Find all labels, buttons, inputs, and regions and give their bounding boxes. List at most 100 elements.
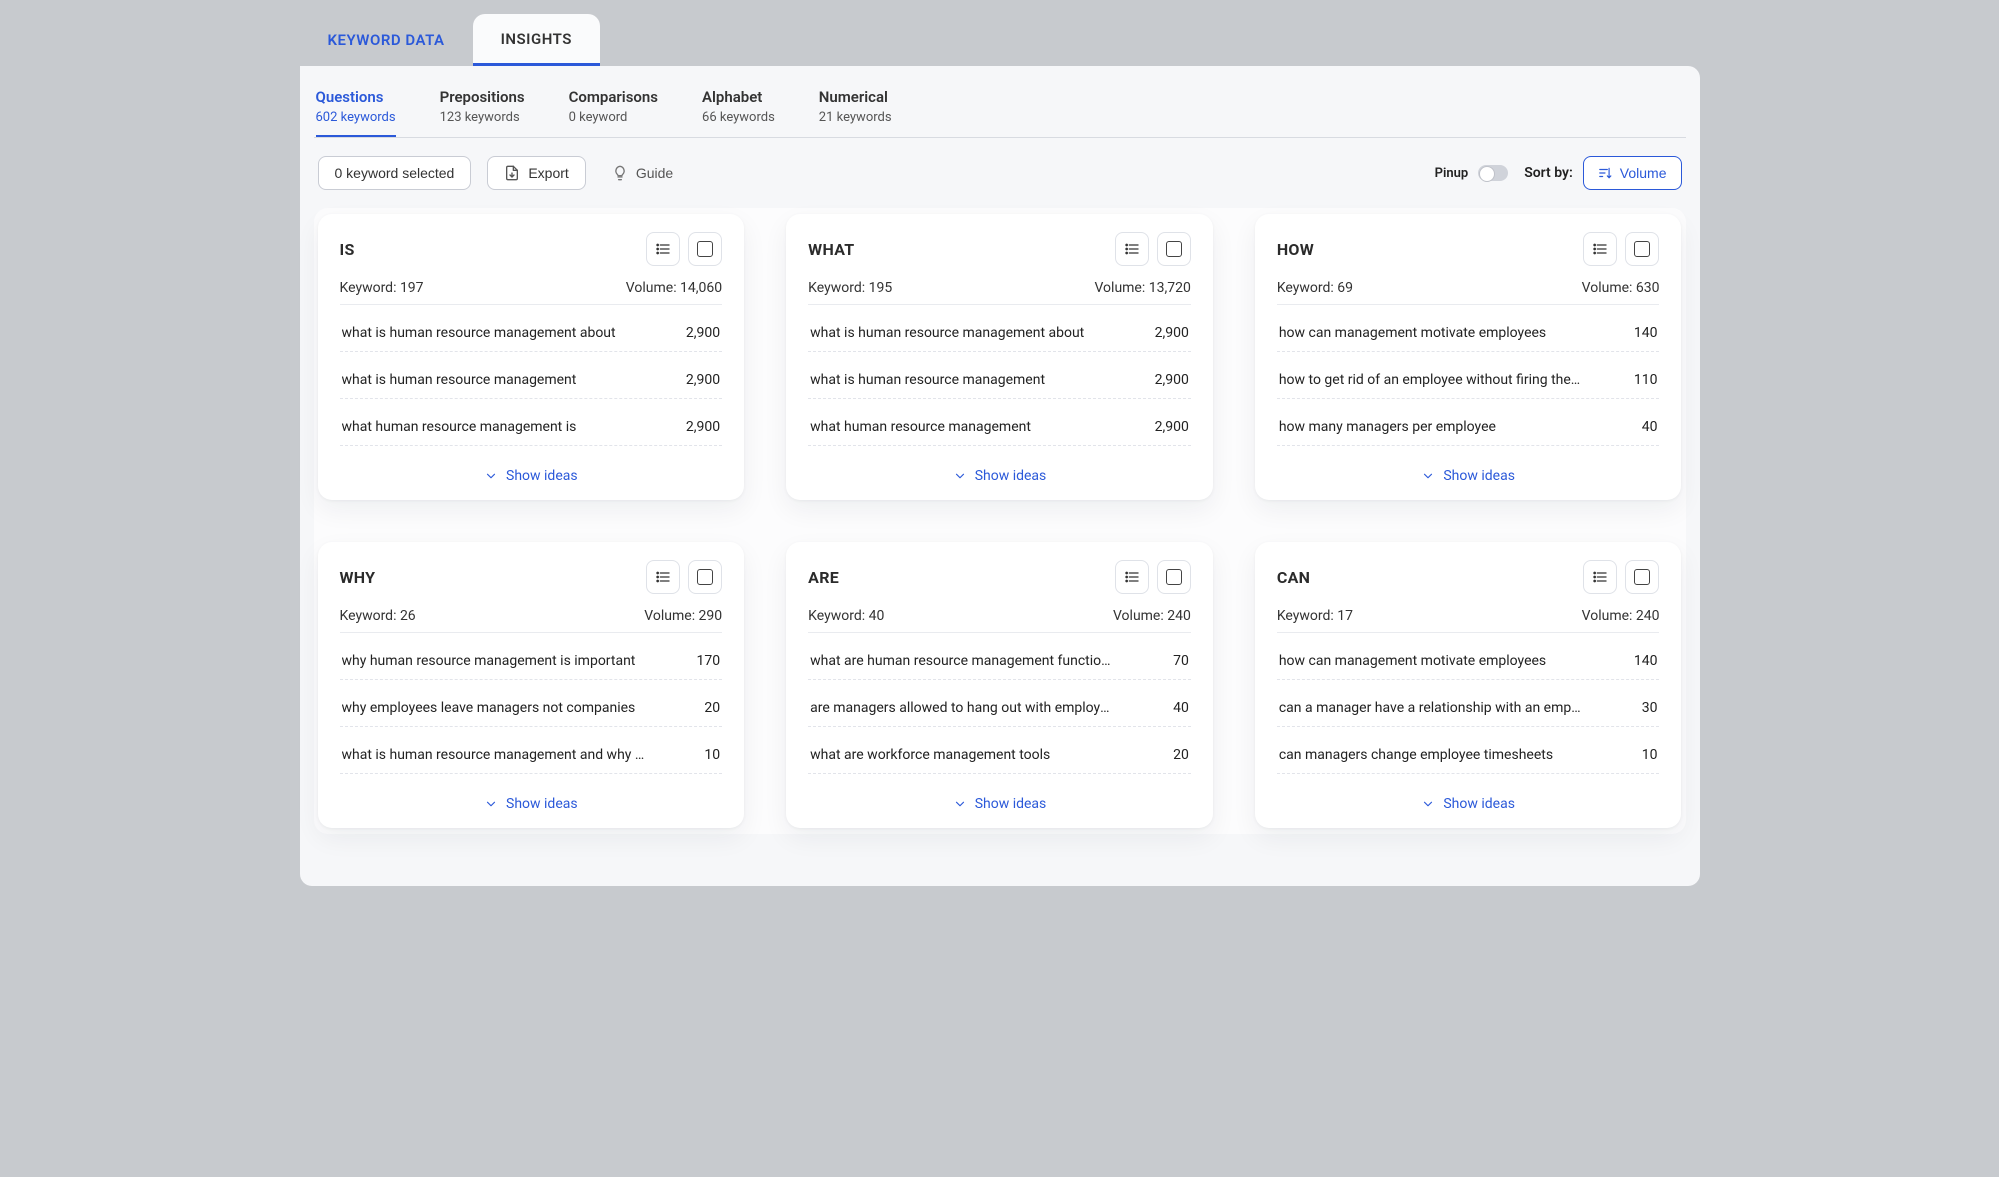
- guide-label: Guide: [636, 165, 673, 181]
- subtab-count: 123 keywords: [440, 110, 525, 125]
- subtab-label: Questions: [316, 88, 396, 106]
- list-view-button[interactable]: [1583, 232, 1617, 266]
- card-actions: [646, 560, 722, 594]
- select-card-checkbox[interactable]: [1625, 232, 1659, 266]
- select-card-checkbox[interactable]: [688, 232, 722, 266]
- show-ideas-button[interactable]: Show ideas: [808, 784, 1191, 812]
- keyword-row[interactable]: can a manager have a relationship with a…: [1277, 690, 1660, 727]
- checkbox-icon: [697, 241, 713, 257]
- guide-button[interactable]: Guide: [602, 157, 683, 189]
- keyword-row[interactable]: what human resource management2,900: [808, 409, 1191, 446]
- show-ideas-label: Show ideas: [975, 468, 1047, 484]
- tab-keyword-data[interactable]: KEYWORD DATA: [300, 14, 473, 66]
- card-actions: [646, 232, 722, 266]
- subtab-questions[interactable]: Questions602 keywords: [316, 88, 396, 137]
- card-stats: Keyword: 69Volume: 630: [1277, 276, 1660, 305]
- keyword-text: what are human resource management funct…: [810, 653, 1113, 669]
- list-view-button[interactable]: [1115, 560, 1149, 594]
- volume-count: Volume: 290: [644, 608, 722, 624]
- keyword-volume: 140: [1634, 653, 1658, 669]
- subtab-alphabet[interactable]: Alphabet 66 keywords: [702, 88, 775, 137]
- keyword-volume: 2,900: [1155, 372, 1189, 388]
- show-ideas-button[interactable]: Show ideas: [1277, 456, 1660, 484]
- select-card-checkbox[interactable]: [1157, 232, 1191, 266]
- list-icon: [655, 241, 671, 257]
- keyword-row[interactable]: what human resource management is2,900: [340, 409, 723, 446]
- subtab-numerical[interactable]: Numerical21 keywords: [819, 88, 892, 137]
- subtab-prepositions[interactable]: Prepositions123 keywords: [440, 88, 525, 137]
- keyword-row[interactable]: can managers change employee timesheets1…: [1277, 737, 1660, 774]
- keyword-row[interactable]: what is human resource management about2…: [340, 315, 723, 352]
- chevron-down-icon: [484, 797, 498, 811]
- show-ideas-label: Show ideas: [506, 796, 578, 812]
- select-card-checkbox[interactable]: [1157, 560, 1191, 594]
- keyword-row[interactable]: what is human resource management 2,900: [808, 362, 1191, 399]
- subtab-comparisons[interactable]: Comparisons0 keyword: [569, 88, 658, 137]
- tab-keyword-data-label: KEYWORD DATA: [328, 31, 445, 49]
- keyword-volume: 40: [1173, 700, 1189, 716]
- card-stats: Keyword: 17Volume: 240: [1277, 604, 1660, 633]
- keyword-row[interactable]: how to get rid of an employee without fi…: [1277, 362, 1660, 399]
- export-button[interactable]: Export: [487, 156, 585, 190]
- list-view-button[interactable]: [646, 560, 680, 594]
- keyword-row[interactable]: why human resource management is importa…: [340, 643, 723, 680]
- card-actions: [1583, 232, 1659, 266]
- show-ideas-label: Show ideas: [1443, 468, 1515, 484]
- show-ideas-button[interactable]: Show ideas: [340, 456, 723, 484]
- keyword-row[interactable]: how can management motivate employees140: [1277, 643, 1660, 680]
- keyword-volume: 110: [1634, 372, 1658, 388]
- pinup-toggle[interactable]: [1478, 165, 1508, 181]
- keyword-row[interactable]: how can management motivate employees140: [1277, 315, 1660, 352]
- keyword-text: why employees leave managers not compani…: [342, 700, 636, 716]
- keyword-text: how can management motivate employees: [1279, 325, 1546, 341]
- show-ideas-button[interactable]: Show ideas: [340, 784, 723, 812]
- keyword-row[interactable]: what are workforce management tools20: [808, 737, 1191, 774]
- insight-card: ISKeyword: 197Volume: 14,060what is huma…: [318, 214, 745, 500]
- subtab-count: 66 keywords: [702, 110, 775, 125]
- volume-count: Volume: 14,060: [626, 280, 722, 296]
- sort-button[interactable]: Volume: [1583, 156, 1682, 190]
- show-ideas-label: Show ideas: [1443, 796, 1515, 812]
- tab-insights[interactable]: INSIGHTS: [473, 14, 600, 66]
- show-ideas-button[interactable]: Show ideas: [808, 456, 1191, 484]
- keyword-text: can a manager have a relationship with a…: [1279, 700, 1582, 716]
- keyword-row[interactable]: what is human resource management about2…: [808, 315, 1191, 352]
- keyword-text: what is human resource management about: [810, 325, 1084, 341]
- checkbox-icon: [1166, 569, 1182, 585]
- keyword-volume: 20: [704, 700, 720, 716]
- keyword-text: what is human resource management: [810, 372, 1045, 388]
- keyword-text: how many managers per employee: [1279, 419, 1496, 435]
- subtab-label: Alphabet: [702, 88, 775, 106]
- keyword-text: can managers change employee timesheets: [1279, 747, 1553, 763]
- select-card-checkbox[interactable]: [1625, 560, 1659, 594]
- subtab-label: Comparisons: [569, 88, 658, 106]
- card-title: CAN: [1277, 568, 1310, 587]
- keyword-row[interactable]: what are human resource management funct…: [808, 643, 1191, 680]
- keyword-row[interactable]: are managers allowed to hang out with em…: [808, 690, 1191, 727]
- insight-card: HOWKeyword: 69Volume: 630how can managem…: [1255, 214, 1682, 500]
- checkbox-icon: [697, 569, 713, 585]
- card-header: CAN: [1277, 560, 1660, 594]
- toolbar: 0 keyword selected Export Guide Pin: [314, 138, 1686, 208]
- show-ideas-button[interactable]: Show ideas: [1277, 784, 1660, 812]
- card-stats: Keyword: 26Volume: 290: [340, 604, 723, 633]
- sort-value: Volume: [1620, 165, 1667, 181]
- selected-count-button[interactable]: 0 keyword selected: [318, 156, 472, 190]
- keyword-row[interactable]: how many managers per employee 40: [1277, 409, 1660, 446]
- keyword-row[interactable]: why employees leave managers not compani…: [340, 690, 723, 727]
- keyword-row[interactable]: what is human resource management2,900: [340, 362, 723, 399]
- volume-count: Volume: 630: [1582, 280, 1660, 296]
- list-view-button[interactable]: [1115, 232, 1149, 266]
- keyword-text: how to get rid of an employee without fi…: [1279, 372, 1582, 388]
- card-actions: [1583, 560, 1659, 594]
- keyword-row[interactable]: what is human resource management and wh…: [340, 737, 723, 774]
- keyword-count: Keyword: 197: [340, 280, 424, 296]
- keyword-volume: 40: [1642, 419, 1658, 435]
- list-view-button[interactable]: [646, 232, 680, 266]
- list-view-button[interactable]: [1583, 560, 1617, 594]
- keyword-volume: 30: [1642, 700, 1658, 716]
- subtab-count: 21 keywords: [819, 110, 892, 125]
- select-card-checkbox[interactable]: [688, 560, 722, 594]
- keyword-text: what human resource management is: [342, 419, 577, 435]
- content-area: Questions602 keywords Prepositions123 key…: [300, 66, 1700, 886]
